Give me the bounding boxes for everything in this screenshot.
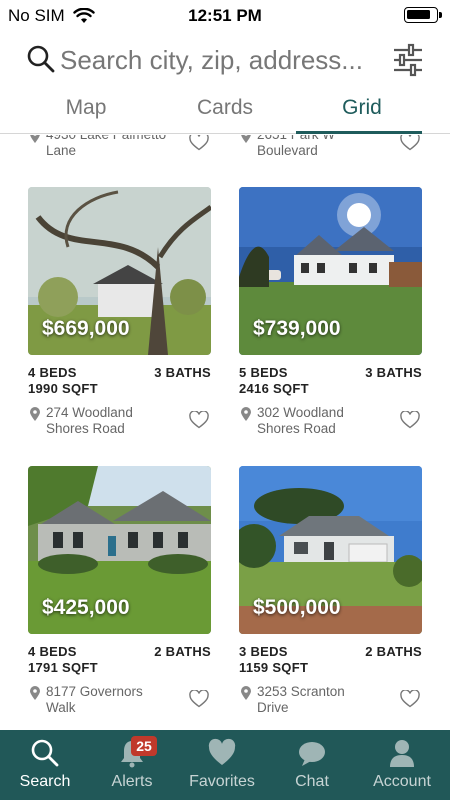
alerts-badge: 25: [131, 736, 157, 756]
listing-photo[interactable]: $500,000: [239, 466, 422, 634]
search-input[interactable]: [60, 40, 380, 80]
listing-address: 4930 Lake PalmettoLane: [28, 135, 211, 161]
nav-search[interactable]: Search: [0, 730, 90, 800]
favorite-heart-icon[interactable]: [189, 690, 209, 708]
nav-account[interactable]: Account: [357, 730, 447, 800]
location-pin-icon: [241, 135, 251, 143]
beds-count: 3 BEDS: [239, 644, 288, 659]
sqft-value: 2416 SQFT: [239, 381, 309, 396]
search-icon: [31, 739, 59, 767]
listing-card[interactable]: $669,000 4 BEDS 1990 SQFT 3 BATHS 274 Wo…: [28, 187, 211, 439]
list-item[interactable]: 4930 Lake PalmettoLane: [28, 135, 211, 161]
listing-photo[interactable]: $669,000: [28, 187, 211, 355]
location-pin-icon: [30, 686, 40, 700]
listing-price: $669,000: [42, 317, 130, 340]
address-text: 274 Woodland Shores Road: [46, 405, 133, 436]
listing-grid[interactable]: 4930 Lake PalmettoLane 2651 Park WBoulev…: [0, 135, 450, 730]
listing-address: 302 Woodland Shores Road: [239, 405, 422, 439]
listing-specs: 4 BEDS 1791 SQFT 2 BATHS: [28, 644, 211, 678]
baths-count: 2 BATHS: [365, 644, 422, 659]
listing-price: $425,000: [42, 596, 130, 619]
baths-count: 2 BATHS: [154, 644, 211, 659]
location-pin-icon: [241, 407, 251, 421]
tab-active-indicator: [296, 131, 422, 134]
listing-photo[interactable]: $425,000: [28, 466, 211, 634]
search-bar: [0, 40, 450, 84]
battery-icon: [404, 7, 442, 23]
favorite-heart-icon[interactable]: [400, 411, 420, 429]
nav-favorites[interactable]: Favorites: [177, 730, 267, 800]
baths-count: 3 BATHS: [154, 365, 211, 380]
filter-sliders-icon[interactable]: [392, 42, 424, 78]
tab-map[interactable]: Map: [26, 96, 146, 120]
listing-specs: 5 BEDS 2416 SQFT 3 BATHS: [239, 365, 422, 399]
tab-grid[interactable]: Grid: [302, 96, 422, 120]
beds-count: 4 BEDS: [28, 365, 77, 380]
listing-specs: 3 BEDS 1159 SQFT 2 BATHS: [239, 644, 422, 678]
search-icon[interactable]: [26, 44, 56, 74]
address-text: 4930 Lake PalmettoLane: [46, 135, 166, 158]
address-text: 2651 Park WBoulevard: [257, 135, 335, 158]
heart-icon: [208, 738, 236, 765]
location-pin-icon: [30, 407, 40, 421]
nav-favorites-label: Favorites: [189, 773, 255, 790]
nav-alerts-label: Alerts: [111, 773, 153, 790]
listing-card[interactable]: $500,000 3 BEDS 1159 SQFT 2 BATHS 3253 S…: [239, 466, 422, 718]
favorite-heart-icon[interactable]: [189, 411, 209, 429]
address-text: 302 Woodland Shores Road: [257, 405, 344, 436]
favorite-heart-icon[interactable]: [400, 690, 420, 708]
listing-card[interactable]: $425,000 4 BEDS 1791 SQFT 2 BATHS 8177 G…: [28, 466, 211, 718]
list-item[interactable]: 2651 Park WBoulevard: [239, 135, 422, 161]
address-text: 8177 Governors Walk: [46, 684, 143, 715]
status-time: 12:51 PM: [188, 6, 262, 25]
nav-search-label: Search: [19, 773, 71, 790]
sqft-value: 1791 SQFT: [28, 660, 98, 675]
listing-address: 8177 Governors Walk: [28, 684, 211, 718]
listing-photo[interactable]: $739,000: [239, 187, 422, 355]
listing-card[interactable]: $739,000 5 BEDS 2416 SQFT 3 BATHS 302 Wo…: [239, 187, 422, 439]
tab-cards[interactable]: Cards: [165, 96, 285, 120]
battery-fill: [407, 10, 430, 19]
beds-count: 4 BEDS: [28, 644, 77, 659]
listing-price: $500,000: [253, 596, 341, 619]
status-bar: No SIM 12:51 PM: [0, 0, 450, 30]
listing-address: 2651 Park WBoulevard: [239, 135, 422, 161]
listing-specs: 4 BEDS 1990 SQFT 3 BATHS: [28, 365, 211, 399]
listing-address: 3253 Scranton Drive: [239, 684, 422, 718]
nav-chat-label: Chat: [295, 773, 329, 790]
address-text: 3253 Scranton Drive: [257, 684, 345, 715]
beds-count: 5 BEDS: [239, 365, 288, 380]
nav-alerts[interactable]: 25 Alerts: [87, 730, 177, 800]
view-tabs: Map Cards Grid: [0, 90, 450, 134]
listing-price: $739,000: [253, 317, 341, 340]
location-pin-icon: [30, 135, 40, 143]
baths-count: 3 BATHS: [365, 365, 422, 380]
bottom-tab-bar: Search 25 Alerts Favorites Chat Account: [0, 730, 450, 800]
sqft-value: 1990 SQFT: [28, 381, 98, 396]
nav-chat[interactable]: Chat: [267, 730, 357, 800]
favorite-heart-icon[interactable]: [400, 135, 420, 151]
location-pin-icon: [241, 686, 251, 700]
favorite-heart-icon[interactable]: [189, 135, 209, 151]
person-icon: [390, 740, 414, 767]
nav-account-label: Account: [373, 773, 431, 790]
chat-bubble-icon: [299, 742, 325, 766]
sqft-value: 1159 SQFT: [239, 660, 309, 675]
listing-address: 274 Woodland Shores Road: [28, 405, 211, 439]
